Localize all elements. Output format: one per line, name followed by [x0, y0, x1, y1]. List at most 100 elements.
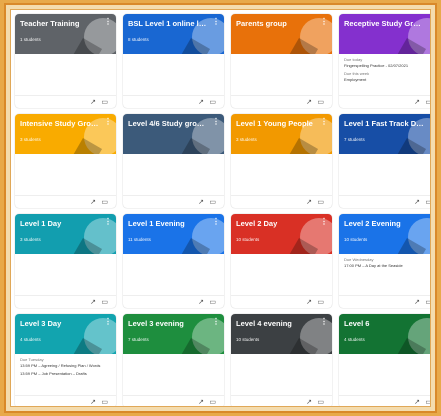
more-options-icon[interactable]: ⋮: [320, 118, 328, 126]
class-banner[interactable]: Level 6 4 students ⋮: [339, 314, 430, 354]
class-banner[interactable]: Level 1 Day 3 students ⋮: [15, 214, 116, 254]
gradebook-trend-icon[interactable]: ↗: [306, 199, 312, 206]
more-options-icon[interactable]: ⋮: [104, 18, 112, 26]
more-options-icon[interactable]: ⋮: [104, 318, 112, 326]
class-banner[interactable]: Level 4 evening 10 students ⋮: [231, 314, 332, 354]
class-card[interactable]: Level 4 evening 10 students ⋮ ↗ ▭: [231, 314, 332, 406]
class-title[interactable]: Level 2 Evening: [344, 219, 424, 228]
gradebook-trend-icon[interactable]: ↗: [198, 99, 204, 106]
folder-icon[interactable]: ▭: [209, 299, 216, 306]
more-options-icon[interactable]: ⋮: [428, 318, 430, 326]
assignment-link[interactable]: 13:59 PM – Job Presentation – Drafts: [20, 371, 111, 376]
more-options-icon[interactable]: ⋮: [428, 18, 430, 26]
folder-icon[interactable]: ▭: [209, 99, 216, 106]
class-card[interactable]: Level 1 Young People 3 students ⋮ ↗ ▭: [231, 114, 332, 208]
gradebook-trend-icon[interactable]: ↗: [306, 99, 312, 106]
folder-icon[interactable]: ▭: [317, 199, 324, 206]
more-options-icon[interactable]: ⋮: [212, 318, 220, 326]
class-banner[interactable]: Teacher Training 1 students ⋮: [15, 14, 116, 54]
more-options-icon[interactable]: ⋮: [212, 218, 220, 226]
class-title[interactable]: Level 3 Day: [20, 319, 100, 328]
class-card[interactable]: Level 1 Fast Track Day 7 students ⋮ ↗ ▭: [339, 114, 430, 208]
class-card[interactable]: Parents group ⋮ ↗ ▭: [231, 14, 332, 108]
class-card[interactable]: BSL Level 1 online lea... 8 students ⋮ ↗…: [123, 14, 224, 108]
gradebook-trend-icon[interactable]: ↗: [198, 399, 204, 406]
class-title[interactable]: BSL Level 1 online lea...: [128, 19, 208, 28]
more-options-icon[interactable]: ⋮: [104, 118, 112, 126]
more-options-icon[interactable]: ⋮: [428, 218, 430, 226]
class-card[interactable]: Level 3 evening 7 students ⋮ ↗ ▭: [123, 314, 224, 406]
class-card[interactable]: Intensive Study Grou... 3 students ⋮ ↗ ▭: [15, 114, 116, 208]
class-banner[interactable]: Level 1 Young People 3 students ⋮: [231, 114, 332, 154]
folder-icon[interactable]: ▭: [101, 199, 108, 206]
class-banner[interactable]: BSL Level 1 online lea... 8 students ⋮: [123, 14, 224, 54]
class-banner[interactable]: Level 2 Evening 10 students ⋮: [339, 214, 430, 254]
class-title[interactable]: Teacher Training: [20, 19, 100, 28]
class-banner[interactable]: Level 3 Day 4 students ⋮: [15, 314, 116, 354]
class-card[interactable]: Level 2 Evening 10 students ⋮ Due Wednes…: [339, 214, 430, 308]
class-title[interactable]: Level 3 evening: [128, 319, 208, 328]
folder-icon[interactable]: ▭: [425, 399, 430, 406]
folder-icon[interactable]: ▭: [209, 199, 216, 206]
class-card[interactable]: Level 4/6 Study group... ⋮ ↗ ▭: [123, 114, 224, 208]
gradebook-trend-icon[interactable]: ↗: [306, 299, 312, 306]
class-title[interactable]: Level 1 Day: [20, 219, 100, 228]
gradebook-trend-icon[interactable]: ↗: [90, 99, 96, 106]
folder-icon[interactable]: ▭: [101, 399, 108, 406]
class-card[interactable]: Level 1 Day 3 students ⋮ ↗ ▭: [15, 214, 116, 308]
gradebook-trend-icon[interactable]: ↗: [414, 299, 420, 306]
class-title[interactable]: Level 6: [344, 319, 424, 328]
more-options-icon[interactable]: ⋮: [320, 218, 328, 226]
class-card[interactable]: Level 2 Day 10 students ⋮ ↗ ▭: [231, 214, 332, 308]
class-title[interactable]: Level 4/6 Study group...: [128, 119, 208, 128]
class-banner[interactable]: Receptive Study Gro... ⋮: [339, 14, 430, 54]
class-card[interactable]: Level 6 4 students ⋮ ↗ ▭: [339, 314, 430, 406]
assignment-link[interactable]: 13:59 PM – Agreeing / Refusing Plan / Wo…: [20, 363, 111, 368]
gradebook-trend-icon[interactable]: ↗: [414, 199, 420, 206]
gradebook-trend-icon[interactable]: ↗: [198, 199, 204, 206]
more-options-icon[interactable]: ⋮: [212, 18, 220, 26]
folder-icon[interactable]: ▭: [317, 99, 324, 106]
folder-icon[interactable]: ▭: [425, 99, 430, 106]
class-card[interactable]: Receptive Study Gro... ⋮ Due today Finge…: [339, 14, 430, 108]
more-options-icon[interactable]: ⋮: [428, 118, 430, 126]
folder-icon[interactable]: ▭: [101, 99, 108, 106]
folder-icon[interactable]: ▭: [209, 399, 216, 406]
assignment-link[interactable]: Employment: [344, 77, 430, 82]
class-title[interactable]: Level 2 Day: [236, 219, 316, 228]
gradebook-trend-icon[interactable]: ↗: [90, 399, 96, 406]
class-title[interactable]: Receptive Study Gro...: [344, 19, 424, 28]
class-title[interactable]: Level 1 Fast Track Day: [344, 119, 424, 128]
class-title[interactable]: Level 1 Young People: [236, 119, 316, 128]
folder-icon[interactable]: ▭: [317, 399, 324, 406]
gradebook-trend-icon[interactable]: ↗: [90, 299, 96, 306]
class-banner[interactable]: Level 1 Evening 11 students ⋮: [123, 214, 224, 254]
more-options-icon[interactable]: ⋮: [212, 118, 220, 126]
gradebook-trend-icon[interactable]: ↗: [414, 99, 420, 106]
folder-icon[interactable]: ▭: [425, 299, 430, 306]
folder-icon[interactable]: ▭: [425, 199, 430, 206]
class-card[interactable]: Level 1 Evening 11 students ⋮ ↗ ▭: [123, 214, 224, 308]
class-title[interactable]: Parents group: [236, 19, 316, 28]
class-banner[interactable]: Level 1 Fast Track Day 7 students ⋮: [339, 114, 430, 154]
class-banner[interactable]: Intensive Study Grou... 3 students ⋮: [15, 114, 116, 154]
class-banner[interactable]: Parents group ⋮: [231, 14, 332, 54]
folder-icon[interactable]: ▭: [101, 299, 108, 306]
class-banner[interactable]: Level 4/6 Study group... ⋮: [123, 114, 224, 154]
gradebook-trend-icon[interactable]: ↗: [198, 299, 204, 306]
class-title[interactable]: Level 1 Evening: [128, 219, 208, 228]
gradebook-trend-icon[interactable]: ↗: [306, 399, 312, 406]
class-card[interactable]: Teacher Training 1 students ⋮ ↗ ▭: [15, 14, 116, 108]
folder-icon[interactable]: ▭: [317, 299, 324, 306]
class-banner[interactable]: Level 3 evening 7 students ⋮: [123, 314, 224, 354]
more-options-icon[interactable]: ⋮: [104, 218, 112, 226]
more-options-icon[interactable]: ⋮: [320, 318, 328, 326]
gradebook-trend-icon[interactable]: ↗: [414, 399, 420, 406]
class-banner[interactable]: Level 2 Day 10 students ⋮: [231, 214, 332, 254]
assignment-link[interactable]: 17:00 PM – A Day at the Seaside: [344, 263, 430, 268]
class-title[interactable]: Level 4 evening: [236, 319, 316, 328]
gradebook-trend-icon[interactable]: ↗: [90, 199, 96, 206]
more-options-icon[interactable]: ⋮: [320, 18, 328, 26]
class-title[interactable]: Intensive Study Grou...: [20, 119, 100, 128]
assignment-link[interactable]: Fingerspelling Practice - 02/07/2021: [344, 63, 430, 68]
